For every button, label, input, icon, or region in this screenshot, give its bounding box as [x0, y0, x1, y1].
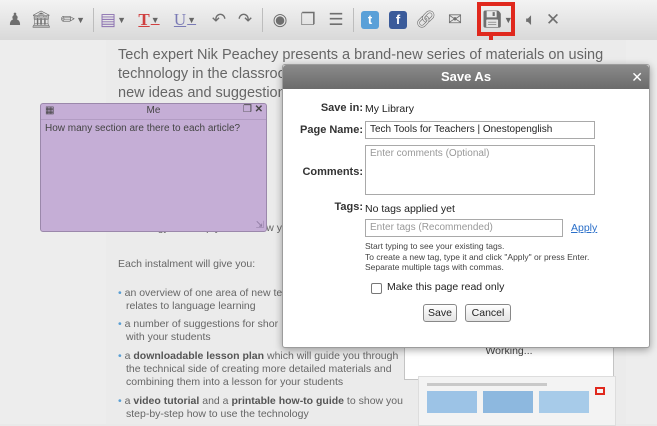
note-icon[interactable]: ▤ ▼	[98, 8, 128, 32]
page-name-input[interactable]: Tech Tools for Teachers | Onestopenglish	[365, 121, 595, 139]
save-in-label: Save in:	[320, 102, 363, 114]
list-item-cont: the technical side of creating more deta…	[126, 363, 392, 375]
list-icon[interactable]: ☰	[324, 8, 348, 32]
sticky-note[interactable]: ▦ Me ❐ ✕ How many section are there to e…	[40, 103, 267, 232]
tags-label: Tags:	[334, 201, 363, 213]
toolbar: ♟ 🏛︎ ✏︎ ▼ ▤ ▼ T ▼ U ▼ ↶ ↷ ◉ ❐ ☰ t f 🔗︎ ✉ 💾︎ ▼…	[0, 0, 657, 41]
facebook-icon[interactable]: f	[386, 8, 410, 32]
text-icon[interactable]: T ▼	[134, 8, 164, 32]
note-title: Me	[146, 105, 161, 116]
dialog-close-icon[interactable]: ✕	[631, 65, 643, 89]
list-item: • a video tutorial and a printable how-t…	[118, 395, 403, 407]
speaker-icon[interactable]: 🔈︎	[520, 8, 542, 32]
undo-icon[interactable]: ↶	[208, 8, 230, 32]
tags-help: Start typing to see your existing tags. …	[365, 241, 590, 272]
apply-link[interactable]: Apply	[571, 222, 597, 234]
dialog-header: Save As ✕	[283, 65, 649, 89]
list-item-cont: with your students	[126, 331, 211, 343]
note-close-icon[interactable]: ✕	[255, 104, 263, 115]
comments-label: Comments:	[302, 166, 363, 178]
list-item-cont: combining them into a lesson for your st…	[126, 376, 344, 388]
save-button[interactable]: Save	[423, 304, 457, 322]
link-icon[interactable]: 🔗︎	[414, 8, 438, 32]
note-text[interactable]: How many section are there to each artic…	[41, 120, 266, 137]
readonly-checkbox[interactable]	[371, 283, 382, 294]
readonly-label: Make this page read only	[387, 281, 505, 293]
list-item: • a downloadable lesson plan which will …	[118, 350, 399, 362]
resize-icon[interactable]: ⇲	[256, 220, 264, 231]
redo-icon[interactable]: ↷	[234, 8, 256, 32]
eye-icon[interactable]: ◉	[268, 8, 292, 32]
tags-status: No tags applied yet	[365, 203, 455, 215]
list-item: • a number of suggestions for shor	[118, 318, 279, 330]
dialog-title: Save As	[440, 69, 492, 84]
page-thumbnail	[418, 376, 616, 426]
windows-icon[interactable]: ❐	[296, 8, 320, 32]
highlight-box	[477, 2, 515, 36]
highlighter-icon[interactable]: ✏︎ ▼	[58, 8, 88, 32]
tags-input[interactable]: Enter tags (Recommended)	[365, 219, 563, 237]
restore-icon[interactable]: ❐	[243, 104, 252, 115]
instalment-heading: Each instalment will give you:	[118, 258, 256, 270]
cancel-button[interactable]: Cancel	[465, 304, 511, 322]
bank-icon[interactable]: 🏛︎	[30, 8, 52, 32]
mail-icon[interactable]: ✉	[442, 8, 468, 32]
save-in-value[interactable]: My Library	[365, 103, 414, 115]
list-item: • an overview of one area of new te	[118, 287, 283, 299]
save-as-dialog: Save As ✕ Save in: My Library Page Name:…	[282, 64, 650, 348]
list-item-cont: relates to language learning	[126, 300, 256, 312]
comments-input[interactable]: Enter comments (Optional)	[365, 145, 595, 195]
twitter-icon[interactable]: t	[358, 8, 382, 32]
person-icon[interactable]: ♟	[6, 8, 24, 32]
close-icon[interactable]: ✕	[544, 8, 562, 32]
page-name-label: Page Name:	[300, 124, 363, 136]
list-item-cont: step-by-step how to use the technology	[126, 408, 309, 420]
note-header[interactable]: ▦ Me ❐ ✕	[41, 104, 266, 120]
underline-icon[interactable]: U ▼	[170, 8, 200, 32]
